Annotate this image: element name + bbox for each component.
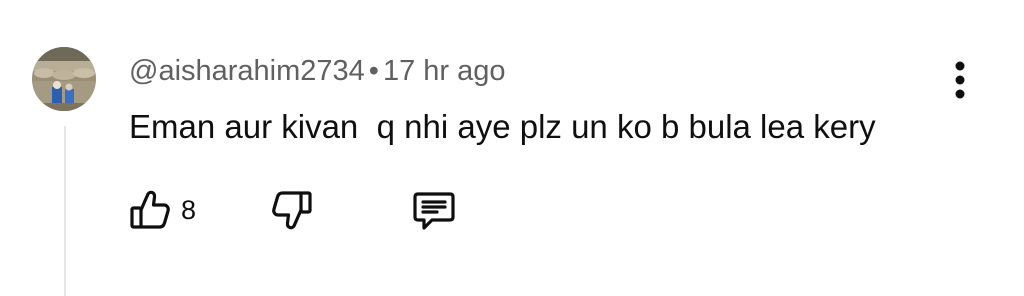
comment-text: Eman aur kivan q nhi aye plz un ko b bul… <box>129 108 876 145</box>
avatar[interactable] <box>32 47 96 111</box>
thumbs-up-icon <box>130 190 170 229</box>
like-count: 8 <box>181 195 197 225</box>
comment-menu-button[interactable] <box>940 58 980 102</box>
meta-separator: • <box>368 55 379 87</box>
comment-meta: @aisharahim2734 • 17 hr ago <box>129 53 506 89</box>
comment-timestamp[interactable]: 17 hr ago <box>383 55 506 87</box>
more-vert-icon <box>955 61 965 99</box>
avatar-image <box>32 47 96 111</box>
dislike-button[interactable] <box>268 186 316 234</box>
author-handle[interactable]: @aisharahim2734 <box>129 55 365 87</box>
thumbs-down-icon <box>272 191 312 230</box>
like-button[interactable]: 8 <box>126 186 206 234</box>
comment-reply-icon <box>413 192 455 230</box>
thread-line <box>64 126 66 296</box>
reply-button[interactable] <box>410 186 458 234</box>
comment-card: @aisharahim2734 • 17 hr ago Eman aur kivan… <box>0 0 1024 296</box>
